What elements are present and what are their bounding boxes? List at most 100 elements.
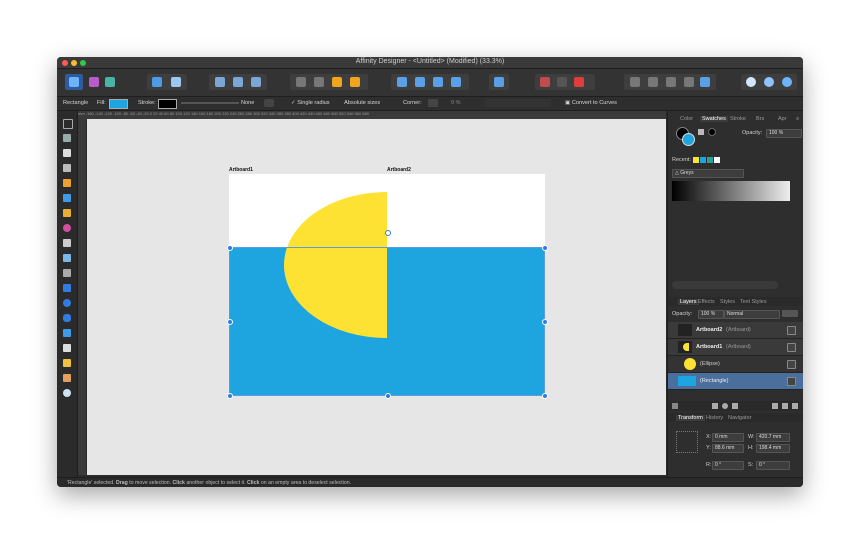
trash-icon[interactable] [792,403,798,409]
anchor-point-selector[interactable] [676,431,698,453]
stroke-swatch[interactable] [158,99,177,109]
pen-tool-icon[interactable] [63,179,71,187]
artboard2-label[interactable]: Artboard2 [387,167,411,173]
layer-visibility-checkbox[interactable] [787,326,796,335]
stroke-settings-button[interactable] [264,99,274,107]
height-field[interactable]: 198.4 mm [756,444,790,453]
arrange-group[interactable] [290,74,368,90]
rounded-rectangle-tool-icon[interactable] [63,314,71,322]
transparency-tool-icon[interactable] [63,239,71,247]
tab-transform[interactable]: Transform [676,415,705,421]
artboard-tool-icon[interactable] [63,134,71,142]
tab-appearance[interactable]: Apr [778,116,787,122]
width-field[interactable]: 420.7 mm [756,433,790,442]
layer-stack-icon[interactable] [672,403,678,409]
convert-to-curves-button[interactable]: ▣ Convert to Curves [565,100,617,106]
recent-swatch-blue[interactable] [700,157,706,163]
node-tool-icon[interactable] [63,149,71,157]
selection-handle-top-left[interactable] [227,245,233,251]
tab-stroke[interactable]: Stroke [730,116,746,122]
pixel-persona-button[interactable] [87,74,101,90]
selection-handle-bottom[interactable] [385,393,391,399]
crop-tool-icon[interactable] [63,269,71,277]
palette-select[interactable]: △ Greys [672,169,744,178]
tab-layers[interactable]: Layers [678,299,699,305]
brush-tool-icon[interactable] [63,209,71,217]
designer-persona-button[interactable] [65,74,83,90]
single-radius-checkbox[interactable]: ✓ Single radius [291,100,330,106]
tab-swatches[interactable]: Swatches [700,116,728,122]
selection-handle-bottom-left[interactable] [227,393,233,399]
hand-tool-icon[interactable] [63,374,71,382]
layer-row[interactable]: Artboard1 (Artboard) [668,339,803,356]
export-persona-button[interactable] [103,74,117,90]
tab-navigator[interactable]: Navigator [728,415,752,421]
flip-rotate-group[interactable] [391,74,469,90]
tab-text-styles[interactable]: Text Styles [740,299,767,305]
rotation-handle[interactable] [385,230,391,236]
fill-color-well[interactable] [682,133,695,146]
ellipse-tool-icon[interactable] [63,299,71,307]
rectangle-tool-icon[interactable] [63,284,71,292]
selection-handle-bottom-right[interactable] [542,393,548,399]
zoom-tool-icon[interactable] [63,389,71,397]
document-setup-group[interactable] [147,74,187,90]
snapping-group[interactable] [209,74,267,90]
blend-mode-select[interactable]: Normal [724,310,780,319]
artboard1-label[interactable]: Artboard1 [229,167,253,173]
geometry-group[interactable] [535,74,595,90]
selection-handle-left[interactable] [227,319,233,325]
tab-color[interactable]: Color [680,116,693,122]
opacity-field[interactable]: 100 % [766,129,802,138]
place-image-tool-icon[interactable] [63,254,71,262]
swatch-grid[interactable] [672,181,790,201]
layer-row[interactable]: Artboard2 (Artboard) [668,322,803,339]
corner-type-button[interactable] [428,99,438,107]
color-picker-tool-icon[interactable] [63,359,71,367]
layer-row[interactable]: (Rectangle) [668,373,803,390]
tab-effects[interactable]: Effects [698,299,715,305]
text-tool-icon[interactable] [63,344,71,352]
pencil-tool-icon[interactable] [63,194,71,202]
adjustment-icon[interactable] [722,403,728,409]
layer-row[interactable]: (Ellipse) [668,356,803,373]
absolute-sizes-checkbox[interactable]: Absolute sizes [341,100,380,106]
shear-field[interactable]: 0 ° [756,461,790,470]
recent-swatch-teal[interactable] [707,157,713,163]
fx-icon[interactable] [732,403,738,409]
y-field[interactable]: 88.6 mm [712,444,744,453]
tab-history[interactable]: History [706,415,723,421]
move-tool-icon[interactable] [63,119,73,129]
layer-visibility-checkbox[interactable] [787,343,796,352]
layers-opacity-field[interactable]: 100 % [698,310,724,319]
recent-swatch-yellow[interactable] [693,157,699,163]
align-button[interactable] [489,74,509,90]
fill-tool-icon[interactable] [63,224,71,232]
group-icon[interactable] [782,403,788,409]
panel-menu-icon[interactable]: ≡ [796,116,799,122]
layer-options-icon[interactable] [782,310,798,317]
stroke-width-slider[interactable] [181,102,239,104]
canvas[interactable]: Artboard1 Artboard2 [87,119,666,475]
recent-swatch-white[interactable] [714,157,720,163]
corner-actions-group[interactable] [485,99,551,107]
layer-visibility-checkbox[interactable] [787,377,796,386]
selection-handle-top-right[interactable] [542,245,548,251]
tab-styles[interactable]: Styles [720,299,735,305]
swap-colors-icon[interactable] [708,128,716,136]
assistant-group[interactable] [741,74,797,90]
shape-tool-icon[interactable] [63,329,71,337]
corner-tool-icon[interactable] [63,164,71,172]
tab-brushes[interactable]: Brs [756,116,764,122]
mask-icon[interactable] [712,403,718,409]
color-picker-icon[interactable] [698,129,704,135]
selection-handle-right[interactable] [542,319,548,325]
rotation-field[interactable]: 0 ° [712,461,744,470]
x-field[interactable]: 0 mm [712,433,744,442]
boolean-operations-group[interactable] [624,74,716,90]
corner-value[interactable]: 0 % [451,100,461,106]
add-layer-icon[interactable] [772,403,778,409]
swatch-search-input[interactable] [672,281,778,289]
layer-visibility-checkbox[interactable] [787,360,796,369]
fill-swatch[interactable] [109,99,128,109]
